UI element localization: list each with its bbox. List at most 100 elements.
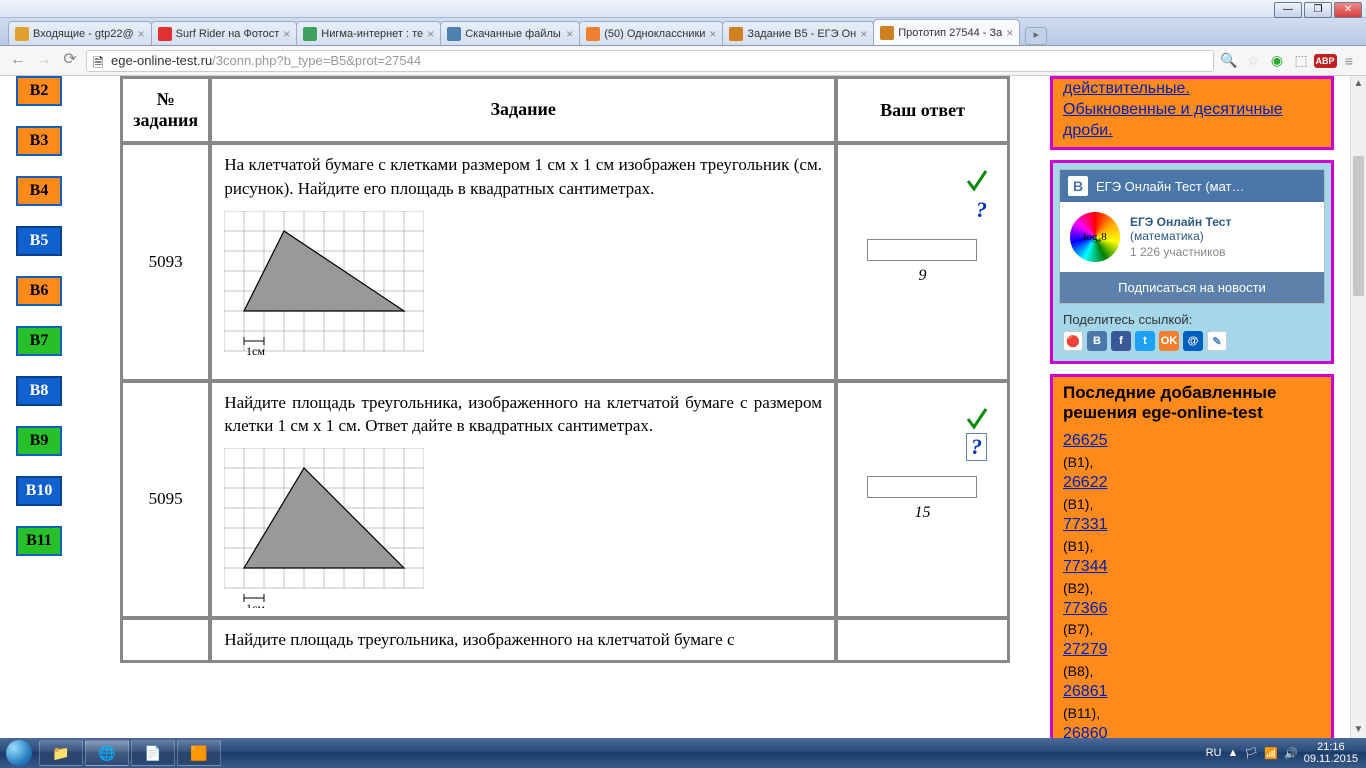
solutions-box: Последние добавленные решения ege-online… bbox=[1050, 374, 1334, 738]
category-button-b8[interactable]: B8 bbox=[16, 376, 62, 406]
tray-volume-icon[interactable]: 🔊 bbox=[1284, 747, 1298, 760]
browser-tab[interactable]: (50) Одноклассники× bbox=[579, 21, 723, 45]
taskbar-word[interactable]: 📄 bbox=[131, 740, 175, 766]
help-icon[interactable]: ? bbox=[976, 197, 987, 223]
vk-widget: B ЕГЭ Онлайн Тест (мат… log₄8 ЕГЭ Онлайн… bbox=[1059, 169, 1325, 304]
category-button-b6[interactable]: B6 bbox=[16, 276, 62, 306]
vk-subscribe-button[interactable]: Подписаться на новости bbox=[1060, 272, 1324, 303]
extension-icon-2[interactable]: ⬚ bbox=[1292, 52, 1310, 70]
new-tab-button[interactable]: ▸ bbox=[1025, 27, 1047, 45]
start-button[interactable] bbox=[0, 738, 38, 768]
category-button-b5[interactable]: B5 bbox=[16, 226, 62, 256]
vk-group-sub: (математика) bbox=[1130, 229, 1231, 243]
solution-link[interactable]: 77331 bbox=[1063, 515, 1321, 536]
share-tw-icon[interactable]: t bbox=[1135, 331, 1155, 351]
share-fb-icon[interactable]: f bbox=[1111, 331, 1131, 351]
share-lj-icon[interactable]: 🔴 bbox=[1063, 331, 1083, 351]
favicon bbox=[729, 27, 743, 41]
solution-link[interactable]: 26625 bbox=[1063, 431, 1321, 452]
category-button-b9[interactable]: B9 bbox=[16, 426, 62, 456]
share-link-icon[interactable]: ✎ bbox=[1207, 331, 1227, 351]
tab-title: Прототип 27544 - За bbox=[898, 27, 1002, 39]
col-header-answer: Ваш ответ bbox=[837, 78, 1008, 142]
share-vk-icon[interactable]: B bbox=[1087, 331, 1107, 351]
taskbar-chrome[interactable]: 🌐 bbox=[85, 740, 129, 766]
task-number: 5093 bbox=[122, 144, 209, 380]
vk-group-count: 1 226 участников bbox=[1130, 245, 1231, 259]
browser-tabs: Входящие - gtp22@×Surf Rider на Фотост×Н… bbox=[0, 18, 1366, 46]
tab-close-icon[interactable]: × bbox=[134, 27, 145, 41]
solution-link[interactable]: 77344 bbox=[1063, 557, 1321, 578]
share-ok-icon[interactable]: OK bbox=[1159, 331, 1179, 351]
abp-icon[interactable]: ABP bbox=[1316, 52, 1334, 70]
answer-input[interactable] bbox=[867, 476, 977, 498]
page-content: B2 B3 B4 B5 B6 B7 B8 B9 B10 B11 № задания Задание… bbox=[0, 76, 1366, 738]
category-button-b2[interactable]: B2 bbox=[16, 76, 62, 106]
tray-flag-icon[interactable]: ▲ bbox=[1227, 747, 1238, 759]
tab-close-icon[interactable]: × bbox=[1002, 26, 1013, 40]
forward-button[interactable]: → bbox=[34, 51, 54, 71]
tab-close-icon[interactable]: × bbox=[279, 27, 290, 41]
browser-tab[interactable]: Скачанные файлы× bbox=[440, 21, 580, 45]
tab-close-icon[interactable]: × bbox=[705, 27, 716, 41]
solution-link[interactable]: 26860 bbox=[1063, 724, 1321, 738]
solution-link[interactable]: 26622 bbox=[1063, 473, 1321, 494]
browser-tab[interactable]: Нигма-интернет : те× bbox=[296, 21, 441, 45]
solution-link[interactable]: 26861 bbox=[1063, 682, 1321, 703]
category-button-b7[interactable]: B7 bbox=[16, 326, 62, 356]
category-button-b11[interactable]: B11 bbox=[16, 526, 62, 556]
top-links-box: действительные.Обыкновенные и десятичные… bbox=[1050, 76, 1334, 150]
tab-title: (50) Одноклассники bbox=[604, 28, 705, 40]
scroll-thumb[interactable] bbox=[1353, 156, 1364, 296]
menu-icon[interactable]: ≡ bbox=[1340, 52, 1358, 70]
tab-close-icon[interactable]: × bbox=[423, 27, 434, 41]
tab-close-icon[interactable]: × bbox=[562, 27, 573, 41]
topic-link[interactable]: Обыкновенные и десятичные дроби. bbox=[1063, 100, 1321, 142]
tab-title: Задание B5 - ЕГЭ Он bbox=[747, 28, 856, 40]
share-label: Поделитесь ссылкой: bbox=[1063, 312, 1325, 327]
category-button-b10[interactable]: B10 bbox=[16, 476, 62, 506]
tab-title: Surf Rider на Фотост bbox=[176, 28, 280, 40]
scroll-up-icon[interactable]: ▲ bbox=[1351, 76, 1366, 92]
back-button[interactable]: ← bbox=[8, 51, 28, 71]
topic-link[interactable]: действительные. bbox=[1063, 79, 1321, 100]
taskbar-app[interactable]: 🟧 bbox=[177, 740, 221, 766]
taskbar-explorer[interactable]: 📁 bbox=[39, 740, 83, 766]
zoom-icon[interactable]: 🔍 bbox=[1220, 52, 1238, 70]
scroll-down-icon[interactable]: ▼ bbox=[1351, 722, 1366, 738]
category-button-b4[interactable]: B4 bbox=[16, 176, 62, 206]
help-icon[interactable]: ? bbox=[966, 433, 987, 461]
svg-text:1см: 1см bbox=[246, 344, 265, 358]
table-row: Найдите площадь треугольника, изображенн… bbox=[122, 619, 1008, 661]
address-bar[interactable]: 🗎 ege-online-test.ru/3conn.php?b_type=B5… bbox=[86, 50, 1214, 72]
reload-button[interactable]: ⟳ bbox=[60, 51, 80, 71]
tray-network-icon[interactable]: 📶 bbox=[1264, 747, 1278, 760]
browser-tab[interactable]: Прототип 27544 - За× bbox=[873, 19, 1020, 45]
share-mail-icon[interactable]: @ bbox=[1183, 331, 1203, 351]
answer-input[interactable] bbox=[867, 239, 977, 261]
vk-group-name[interactable]: ЕГЭ Онлайн Тест bbox=[1130, 215, 1231, 229]
browser-tab[interactable]: Surf Rider на Фотост× bbox=[151, 21, 298, 45]
page-scrollbar[interactable]: ▲ ▼ bbox=[1350, 76, 1366, 738]
tab-title: Скачанные файлы bbox=[465, 28, 561, 40]
solution-link[interactable]: 77366 bbox=[1063, 599, 1321, 620]
tray-action-center-icon[interactable]: 🏳 bbox=[1244, 747, 1258, 760]
col-header-task: Задание bbox=[211, 78, 835, 142]
tab-close-icon[interactable]: × bbox=[856, 27, 867, 41]
bookmark-star-icon[interactable]: ☆ bbox=[1244, 52, 1262, 70]
vk-widget-header[interactable]: B ЕГЭ Онлайн Тест (мат… bbox=[1060, 170, 1324, 202]
browser-tab[interactable]: Задание B5 - ЕГЭ Он× bbox=[722, 21, 874, 45]
solution-link[interactable]: 27279 bbox=[1063, 640, 1321, 661]
browser-tab[interactable]: Входящие - gtp22@× bbox=[8, 21, 152, 45]
extension-icon[interactable]: ◉ bbox=[1268, 52, 1286, 70]
window-close-button[interactable]: ✕ bbox=[1334, 2, 1362, 18]
window-maximize-button[interactable]: ❐ bbox=[1304, 2, 1332, 18]
tray-clock[interactable]: 21:16 09.11.2015 bbox=[1304, 741, 1358, 765]
task-number: 5095 bbox=[122, 382, 209, 618]
vk-header-text: ЕГЭ Онлайн Тест (мат… bbox=[1096, 179, 1245, 194]
category-button-b3[interactable]: B3 bbox=[16, 126, 62, 156]
tasks-table: № задания Задание Ваш ответ 5093 На клет… bbox=[120, 76, 1010, 663]
window-minimize-button[interactable]: — bbox=[1274, 2, 1302, 18]
tray-lang[interactable]: RU bbox=[1206, 747, 1222, 759]
task-number bbox=[122, 619, 209, 661]
